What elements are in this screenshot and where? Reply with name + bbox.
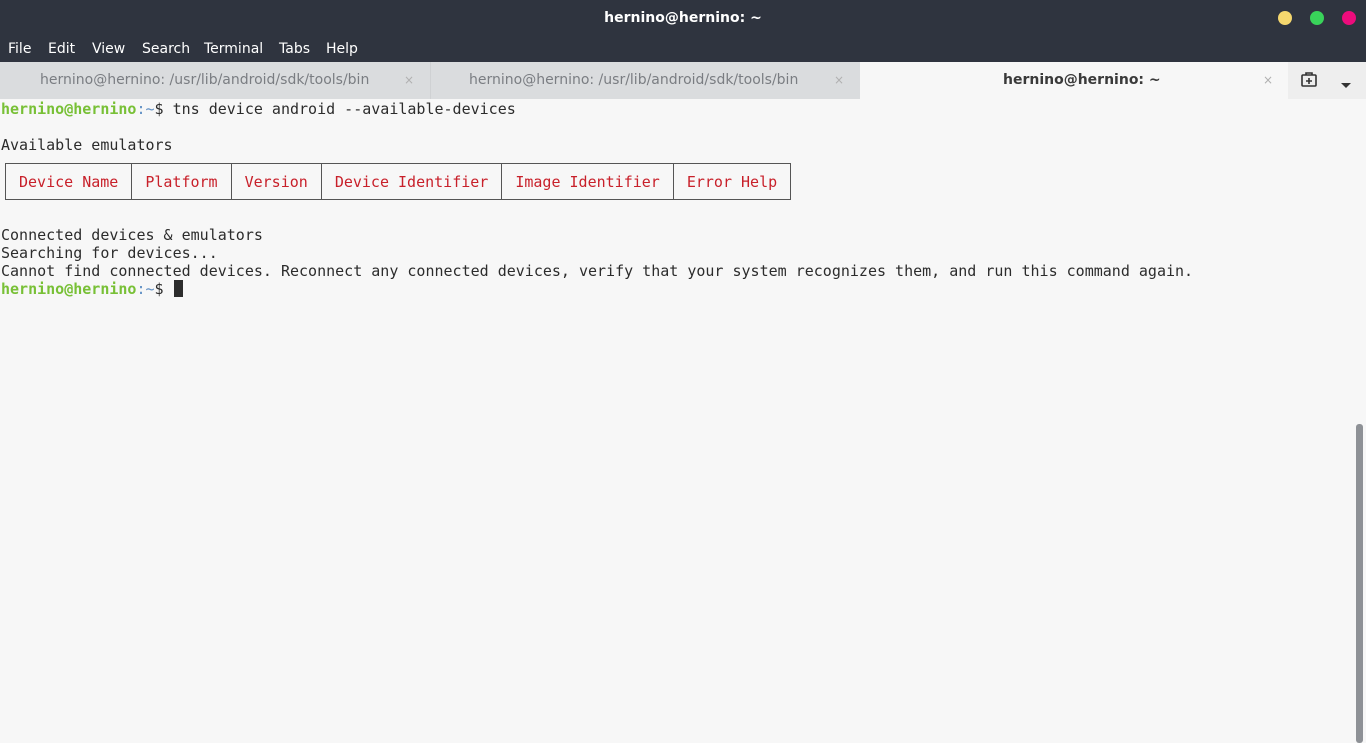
command-text: tns device android --available-devices [163,100,516,118]
prompt-user: hernino@hernino [1,280,137,298]
tab-label: hernino@hernino: /usr/lib/android/sdk/to… [40,72,370,88]
menu-file[interactable]: File [8,36,31,62]
new-tab-icon[interactable] [1300,71,1318,89]
tab-terminal-3-active[interactable]: hernino@hernino: ~ × [860,62,1288,99]
prompt-path: :~ [136,100,155,118]
menu-tabs[interactable]: Tabs [279,36,310,62]
menu-bar: File Edit View Search Terminal Tabs Help [0,36,1366,62]
command-line: hernino@hernino:~$ tns device android --… [1,100,516,118]
window-title: hernino@hernino: ~ [604,10,762,26]
tab-close-icon[interactable]: × [404,62,414,99]
prompt-user: hernino@hernino [1,100,137,118]
terminal-output[interactable]: hernino@hernino:~$ tns device android --… [0,99,1353,743]
chevron-down-icon[interactable] [1340,75,1352,88]
column-device-identifier: Device Identifier [320,163,503,200]
menu-terminal[interactable]: Terminal [204,36,263,62]
error-message: Cannot find connected devices. Reconnect… [1,262,1194,280]
column-image-identifier: Image Identifier [501,163,674,200]
scrollbar-thumb[interactable] [1356,424,1363,743]
minimize-button[interactable] [1278,11,1292,25]
close-button[interactable] [1342,11,1356,25]
available-emulators-heading: Available emulators [1,136,173,154]
tab-actions [1288,62,1366,99]
current-prompt-line: hernino@hernino:~$ [1,280,183,298]
tab-label: hernino@hernino: /usr/lib/android/sdk/to… [469,72,799,88]
tab-close-icon[interactable]: × [834,62,844,99]
text-cursor [173,280,183,297]
table-header-row: Device Name Platform Version Device Iden… [4,163,792,200]
column-version: Version [230,163,322,200]
emulators-table: Device Name Platform Version Device Iden… [4,163,792,200]
tab-bar: hernino@hernino: /usr/lib/android/sdk/to… [0,62,1366,99]
prompt-sign: $ [154,280,164,298]
tab-close-icon[interactable]: × [1263,62,1273,99]
menu-view[interactable]: View [92,36,125,62]
tab-label: hernino@hernino: ~ [1003,72,1161,88]
searching-message: Searching for devices... [1,244,218,262]
column-platform: Platform [131,163,232,200]
tab-terminal-2[interactable]: hernino@hernino: /usr/lib/android/sdk/to… [431,62,860,99]
menu-help[interactable]: Help [326,36,358,62]
prompt-sign: $ [154,100,164,118]
prompt-path: :~ [136,280,155,298]
column-device-name: Device Name [4,163,133,200]
menu-search[interactable]: Search [142,36,190,62]
maximize-button[interactable] [1310,11,1324,25]
tab-terminal-1[interactable]: hernino@hernino: /usr/lib/android/sdk/to… [0,62,430,99]
column-error-help: Error Help [672,163,792,200]
connected-devices-heading: Connected devices & emulators [1,226,263,244]
title-bar[interactable]: hernino@hernino: ~ [0,0,1366,36]
vertical-scrollbar[interactable] [1353,99,1366,743]
terminal-window: hernino@hernino: ~ File Edit View Search… [0,0,1366,743]
menu-edit[interactable]: Edit [48,36,75,62]
